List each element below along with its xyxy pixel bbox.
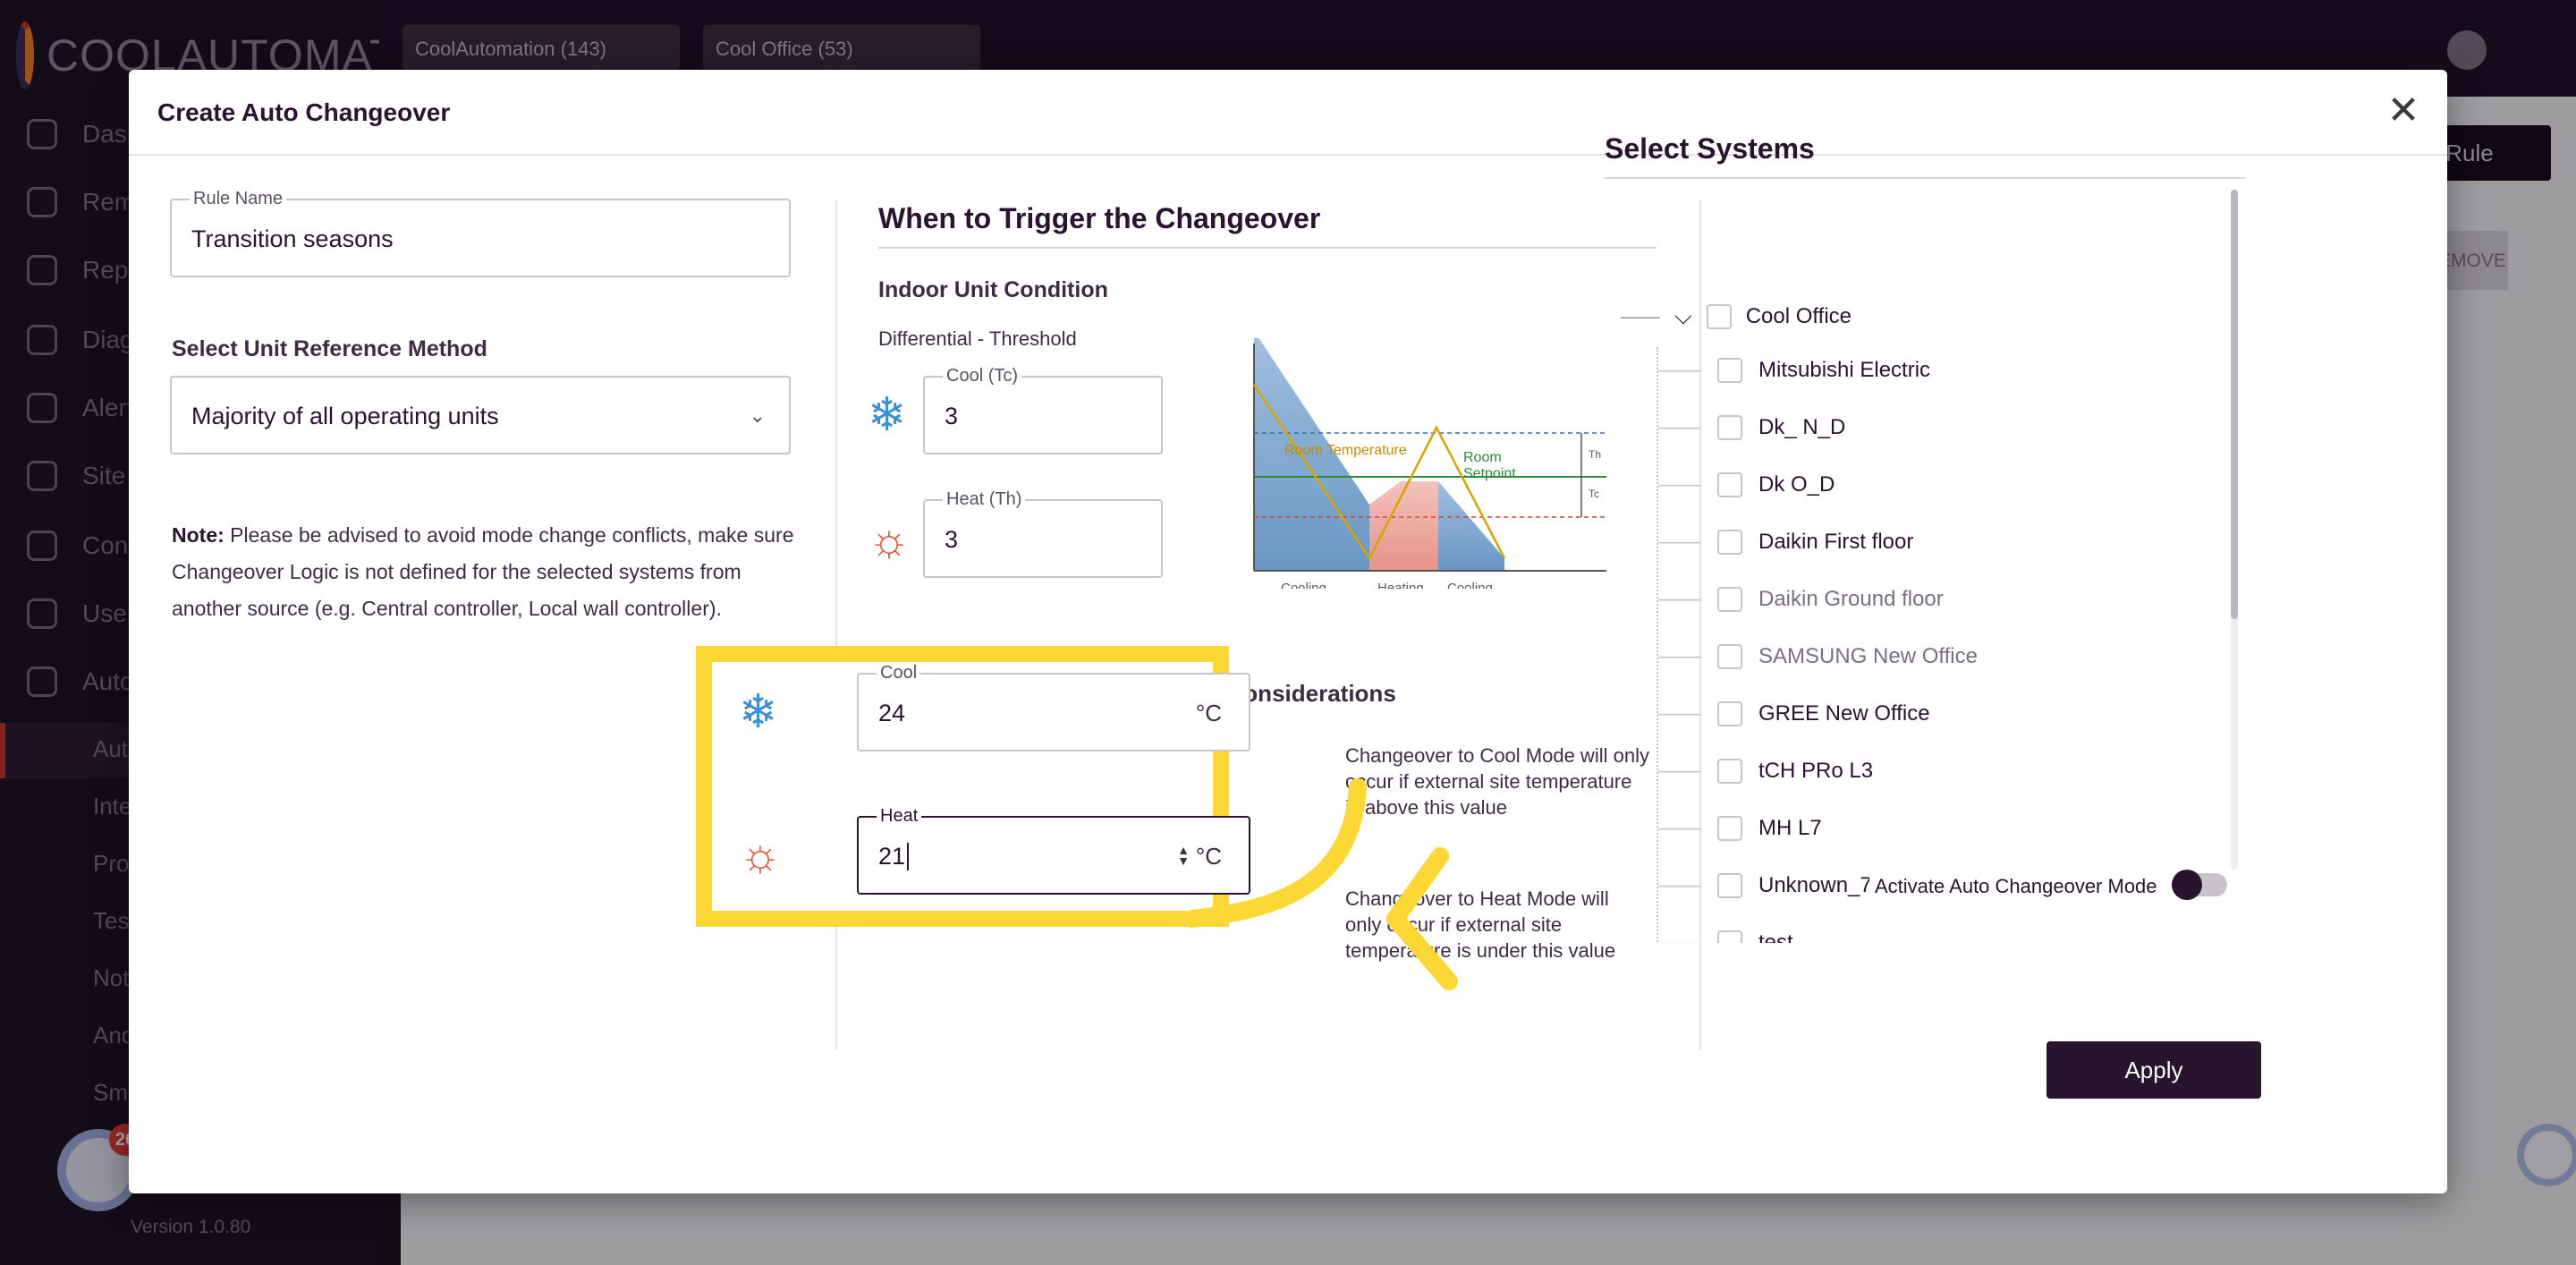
trigger-section-title: When to Trigger the Changeover (878, 202, 1321, 234)
system-item[interactable]: —— Mitsubishi Electric (1658, 358, 1930, 383)
system-item[interactable]: —— Daikin Ground floor (1658, 587, 1944, 612)
system-checkbox[interactable] (1717, 530, 1742, 555)
systems-scrollbar-thumb[interactable] (2231, 190, 2238, 619)
cool-tc-input[interactable]: Cool (Tc) 3 (923, 366, 1163, 454)
system-checkbox[interactable] (1717, 759, 1742, 784)
tree-root-label: Cool Office (1745, 304, 1852, 328)
system-checkbox[interactable] (1717, 587, 1742, 612)
room-setpoint-label: Room (1463, 450, 1502, 465)
dialog-header (129, 70, 2447, 156)
tree-checkbox[interactable] (1706, 304, 1732, 329)
sun-icon: ☼ (868, 514, 911, 566)
system-item[interactable]: —— Unknown_7 (1658, 873, 1872, 898)
system-label: Unknown_7 (1758, 873, 1872, 897)
tree-connector: —— (1658, 816, 1701, 840)
system-label: GREE New Office (1758, 701, 1930, 726)
activate-auto-changeover-label: Activate Auto Changeover Mode (1869, 873, 2163, 900)
cool-tc-value: 3 (945, 403, 959, 429)
tc-label: Tc (1589, 488, 1599, 500)
note-body: Please be advised to avoid mode change c… (172, 523, 794, 620)
room-setpoint-label: Setpoint (1463, 466, 1516, 481)
tree-connector: —— (1658, 701, 1701, 726)
system-label: Daikin First floor (1758, 530, 1914, 554)
toggle-knob[interactable] (2172, 870, 2202, 900)
external-cool-label: Cool (877, 663, 921, 683)
apply-button[interactable]: Apply (2046, 1041, 2261, 1099)
reference-method-select[interactable]: Majority of all operating units ⌄ (170, 376, 791, 454)
room-temperature-label: Room Temperature (1284, 443, 1407, 458)
tree-connector: —— (1658, 644, 1701, 668)
select-systems-title: Select Systems (1605, 132, 1815, 165)
tree-connector: —— (1658, 930, 1701, 943)
tree-root-cool-office[interactable]: —— ⌵ Cool Office (1621, 302, 1852, 331)
system-checkbox[interactable] (1717, 701, 1742, 726)
system-checkbox[interactable] (1717, 358, 1742, 383)
tree-connector: —— (1658, 530, 1701, 554)
system-item[interactable]: —— test (1658, 930, 1793, 943)
heat-th-input[interactable]: Heat (Th) 3 (923, 489, 1163, 578)
reference-method-value: Majority of all operating units (191, 403, 499, 429)
tree-connector: —— (1658, 472, 1701, 497)
system-item[interactable]: —— Dk_ N_D (1658, 415, 1845, 440)
reference-method-label: Select Unit Reference Method (172, 336, 487, 361)
external-heat-label: Heat (877, 806, 922, 827)
external-heat-value: 21 (878, 843, 910, 870)
section-divider (1605, 177, 2245, 179)
phase-label: Cooling (1447, 581, 1493, 589)
tree-connector: —— (1658, 587, 1701, 611)
tree-connector: —— (1658, 415, 1701, 439)
system-label: Dk_ N_D (1758, 415, 1846, 439)
tree-connector: —— (1658, 759, 1701, 783)
rule-name-input[interactable]: Rule Name Transition seasons (170, 189, 791, 277)
tree-connector: —— (1658, 873, 1701, 897)
heat-th-label: Heat (Th) (943, 489, 1026, 510)
system-checkbox[interactable] (1717, 644, 1742, 669)
system-label: Mitsubishi Electric (1758, 358, 1931, 382)
number-spinner-icon[interactable]: ▲ ▼ (1177, 844, 1190, 867)
pointer-arrow-icon (1190, 778, 1458, 990)
heat-th-value: 3 (945, 526, 959, 553)
tree-connector: —— (1658, 358, 1701, 382)
section-divider (878, 247, 1657, 249)
rule-name-label: Rule Name (190, 189, 287, 209)
th-label: Th (1589, 448, 1601, 461)
system-checkbox[interactable] (1717, 472, 1742, 497)
system-label: tCH PRo L3 (1758, 759, 1874, 783)
chevron-down-icon: ⌄ (749, 404, 766, 427)
changeover-diagram: Room Temperature Room Setpoint Th Tc Coo… (1252, 338, 1606, 589)
chevron-down-icon[interactable]: ⌵ (1674, 302, 1692, 331)
system-checkbox[interactable] (1717, 930, 1742, 943)
system-checkbox[interactable] (1717, 415, 1742, 440)
system-item[interactable]: —— Dk O_D (1658, 472, 1835, 497)
note-text: Note: Please be advised to avoid mode ch… (172, 517, 798, 627)
system-label: SAMSUNG New Office (1758, 644, 1978, 668)
external-cool-value: 24 (878, 700, 906, 726)
system-item[interactable]: —— SAMSUNG New Office (1658, 644, 1978, 669)
system-label: Daikin Ground floor (1758, 587, 1944, 611)
rule-name-value: Transition seasons (191, 225, 394, 252)
cool-tc-label: Cool (Tc) (943, 366, 1022, 386)
system-item[interactable]: —— Daikin First floor (1658, 530, 1913, 555)
indoor-condition-title: Indoor Unit Condition (878, 277, 1108, 302)
snowflake-icon: ❄ (739, 686, 778, 738)
note-label: Note: (172, 523, 225, 547)
snowflake-icon: ❄ (868, 389, 907, 441)
tree-connector: —— (1621, 305, 1660, 327)
system-item[interactable]: —— MH L7 (1658, 816, 1822, 841)
dialog-title: Create Auto Changeover (157, 98, 451, 126)
close-icon[interactable]: ✕ (2381, 89, 2426, 134)
systems-tree: —— ⌵ Cool Office —— Mitsubishi Electric —… (1605, 200, 2231, 943)
differential-threshold-label: Differential - Threshold (878, 327, 1077, 350)
system-label: Dk O_D (1758, 472, 1835, 497)
system-label: test (1758, 930, 1793, 943)
system-checkbox[interactable] (1717, 873, 1742, 898)
system-checkbox[interactable] (1717, 816, 1742, 841)
system-item[interactable]: —— tCH PRo L3 (1658, 759, 1873, 784)
system-label: MH L7 (1758, 816, 1822, 840)
system-item[interactable]: —— GREE New Office (1658, 701, 1930, 726)
sun-icon: ☼ (739, 829, 782, 881)
phase-label: Cooling (1281, 581, 1326, 589)
phase-label: Heating (1377, 581, 1424, 589)
